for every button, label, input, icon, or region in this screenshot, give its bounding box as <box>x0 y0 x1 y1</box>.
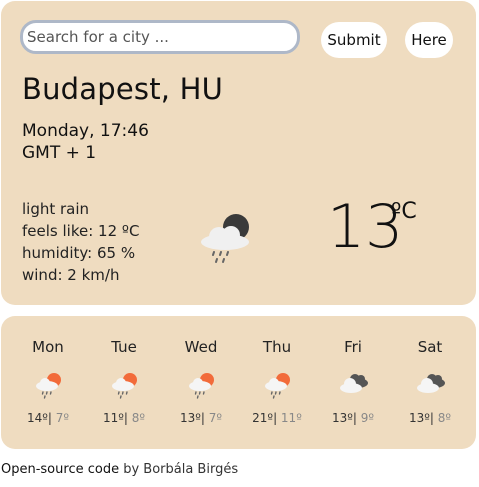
forecast-max: 13º <box>179 411 201 425</box>
forecast-max: 13º <box>408 411 430 425</box>
forecast-day: Tue 11º| 8º <box>93 316 155 449</box>
timezone: GMT + 1 <box>22 143 97 163</box>
forecast-day-name: Thu <box>262 338 292 356</box>
feels-like: feels like: 12 ºC <box>22 222 140 240</box>
temperature-unit: ºC <box>391 199 417 224</box>
current-weather-card: Submit Here Budapest, HU Monday, 17:46 G… <box>1 1 476 305</box>
forecast-day: Thu 21º| 11º <box>246 316 308 449</box>
forecast-day: Sat 13º| 8º <box>399 316 461 449</box>
date-time: Monday, 17:46 <box>22 121 149 141</box>
forecast-temps: 13º| 9º <box>331 411 375 425</box>
weather-details: light rain feels like: 12 ºC humidity: 6… <box>22 198 139 286</box>
search-input[interactable] <box>20 20 300 54</box>
wind: wind: 2 km/h <box>22 266 120 284</box>
forecast-max: 21º <box>252 411 274 425</box>
city-name: Budapest, HU <box>22 72 224 106</box>
forecast-min: 7º <box>208 411 223 425</box>
forecast-day-name: Sat <box>417 338 443 356</box>
forecast-temps: 13º| 8º <box>408 411 452 425</box>
submit-button[interactable]: Submit <box>321 22 387 58</box>
night-cloud-rain-icon <box>201 214 249 263</box>
forecast-day: Mon 14º| 7º <box>17 316 79 449</box>
forecast-min: 8º <box>437 411 452 425</box>
forecast-day-name: Tue <box>111 338 137 356</box>
cloudy-icon <box>417 374 445 393</box>
forecast-day-name: Fri <box>344 338 362 356</box>
footer: Open-source code by Borbála Birgés <box>1 462 238 477</box>
cloud-rain-sun-icon <box>112 373 137 399</box>
forecast-max: 11º <box>102 411 124 425</box>
here-button[interactable]: Here <box>405 22 453 58</box>
weather-description: light rain <box>22 200 90 218</box>
forecast-max: 14º <box>26 411 48 425</box>
forecast-temps: 13º| 7º <box>179 411 223 425</box>
footer-byline: by Borbála Birgés <box>119 462 239 477</box>
cloud-rain-sun-icon <box>36 373 61 399</box>
forecast-temps: 21º| 11º <box>252 411 302 425</box>
forecast-day-name: Mon <box>32 338 64 356</box>
forecast-max: 13º <box>331 411 353 425</box>
forecast-day: Fri 13º| 9º <box>322 316 384 449</box>
forecast-min: 11º <box>280 411 302 425</box>
forecast-temps: 14º| 7º <box>26 411 70 425</box>
cloudy-icon <box>340 374 368 393</box>
forecast-temps: 11º| 8º <box>102 411 146 425</box>
humidity: humidity: 65 % <box>22 244 136 262</box>
forecast-day-name: Wed <box>184 338 218 356</box>
forecast-card: Mon 14º| 7º Tue 11º| 8º Wed 13º| 7º Thu … <box>1 316 476 449</box>
forecast-min: 8º <box>131 411 146 425</box>
cloud-rain-sun-icon <box>265 373 290 399</box>
forecast-min: 7º <box>55 411 70 425</box>
cloud-rain-sun-icon <box>189 373 214 399</box>
forecast-day: Wed 13º| 7º <box>170 316 232 449</box>
source-code-link[interactable]: Open-source code <box>1 462 119 477</box>
forecast-min: 9º <box>360 411 375 425</box>
